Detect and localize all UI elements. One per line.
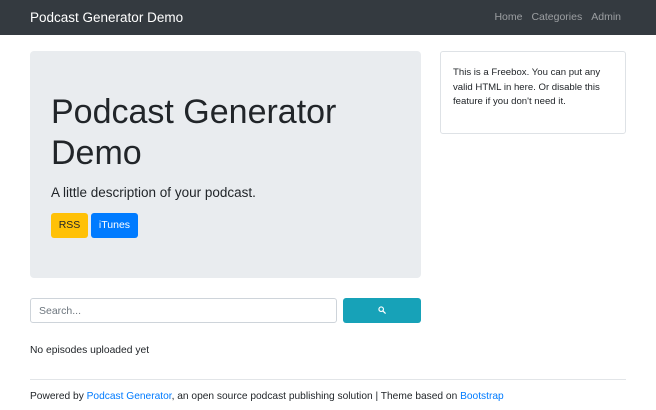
footer-prefix: Powered by (30, 391, 87, 402)
footer-divider (30, 379, 626, 380)
podcast-generator-link[interactable]: Podcast Generator (87, 391, 172, 402)
itunes-button[interactable]: iTunes (91, 213, 138, 238)
podcast-description: A little description of your podcast. (51, 185, 256, 200)
navbar-brand[interactable]: Podcast Generator Demo (30, 9, 183, 26)
rss-button[interactable]: RSS (51, 213, 88, 238)
nav-link-admin[interactable]: Admin (591, 10, 621, 24)
freebox-card: This is a Freebox. You can put any valid… (440, 51, 626, 134)
top-navbar: Podcast Generator Demo Home Categories A… (0, 0, 656, 35)
footer-middle-text: , an open source podcast publishing solu… (171, 391, 461, 402)
footer: Powered by Podcast Generator, an open so… (30, 390, 504, 404)
podcast-title: Podcast Generator Demo (51, 93, 337, 172)
search-input[interactable] (30, 298, 337, 323)
nav-link-categories[interactable]: Categories (531, 10, 582, 24)
freebox-text: This is a Freebox. You can put any valid… (453, 67, 601, 107)
search-icon (378, 306, 386, 314)
bootstrap-link[interactable]: Bootstrap (460, 391, 504, 402)
podcast-jumbotron: Podcast Generator Demo A little descript… (30, 51, 421, 278)
search-button[interactable] (343, 298, 421, 323)
nav-link-home[interactable]: Home (494, 10, 522, 24)
no-episodes-message: No episodes uploaded yet (30, 345, 150, 356)
nav-links: Home Categories Admin (494, 10, 621, 24)
